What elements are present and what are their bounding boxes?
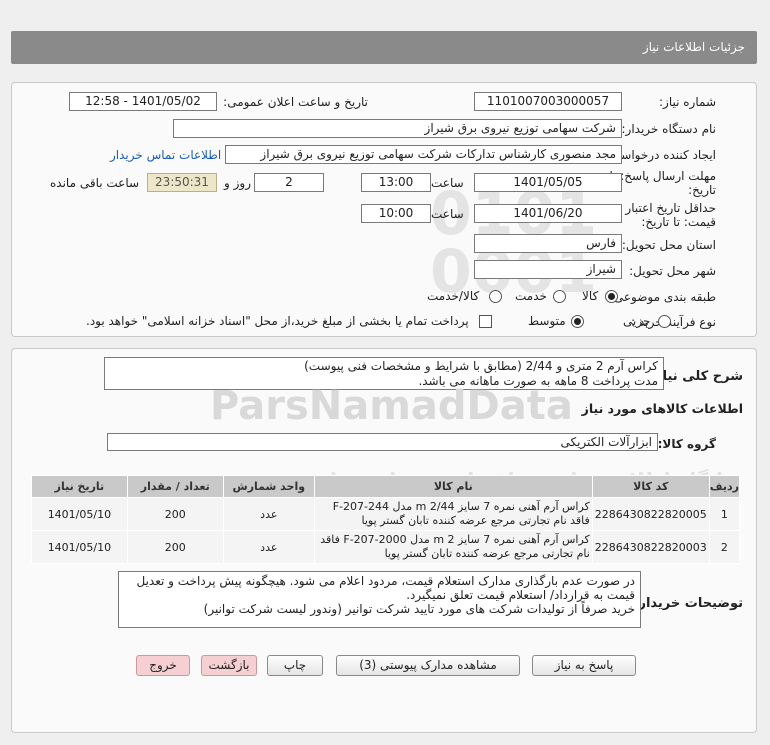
goods-group-label: گروه کالا: [657,437,716,451]
creator-field[interactable]: مجد منصوری کارشناس تدارکات شرکت سهامی تو… [225,145,622,164]
city-label: شهر محل تحویل: [629,264,716,278]
attachments-button[interactable]: مشاهده مدارک پیوستی (3) [336,655,520,676]
treasury-checkbox[interactable] [479,315,492,328]
deadline-time-label: ساعت [431,176,464,190]
process-radio-minor[interactable] [658,315,671,328]
process-option-minor: جزیی [623,314,651,328]
col-index: ردیف [708,475,741,498]
contact-buyer-link[interactable]: اطلاعات تماس خریدار [110,148,221,162]
creator-label: ایجاد کننده درخواست: [605,148,716,162]
row-unit: عدد [222,530,315,564]
row-unit: عدد [222,497,315,531]
payment-note: پرداخت تمام یا بخشی از مبلغ خرید،از محل … [86,314,469,328]
announce-label: تاریخ و ساعت اعلان عمومی: [223,95,368,109]
row-name: کراس آرم آهنی نمره 7 سایز 2 m مدل F-207-… [313,530,593,564]
buyer-field[interactable]: شرکت سهامی توزیع نیروی برق شیراز [173,119,622,138]
category-label: طبقه بندی موضوعی: [609,290,716,304]
goods-table-header: ردیف کد کالا نام کالا واحد شمارش تعداد /… [31,475,741,498]
city-field[interactable]: شیراز [474,260,622,279]
row-code: 2286430822820003 [591,530,710,564]
table-row[interactable]: 2 2286430822820003 کراس آرم آهنی نمره 7 … [31,530,741,564]
validity-label: حداقل تاریخ اعتبار [625,201,716,215]
reply-button[interactable]: پاسخ به نیاز [532,655,636,676]
row-name: کراس آرم آهنی نمره 7 سایز 2/44 m مدل F-2… [313,497,593,531]
col-name: نام کالا [313,475,593,498]
buyer-notes-line-1: در صورت عدم بارگذاری مدارک استعلام قیمت،… [136,574,636,588]
validity-date-field[interactable]: 1401/06/20 [474,204,622,223]
buyer-notes-textarea[interactable]: در صورت عدم بارگذاری مدارک استعلام قیمت،… [118,571,641,628]
print-button[interactable]: چاپ [267,655,323,676]
category-option-goods: کالا [582,289,599,303]
row-date: 1401/05/10 [31,530,128,564]
remaining-time-field: 23:50:31 [147,173,217,192]
province-field[interactable]: فارس [474,234,622,253]
back-button[interactable]: بازگشت [201,655,257,676]
col-unit: واحد شمارش [222,475,315,498]
buyer-label: نام دستگاه خریدار: [621,122,717,136]
col-qty: تعداد / مقدار [126,475,224,498]
row-date: 1401/05/10 [31,497,128,531]
goods-table: ردیف کد کالا نام کالا واحد شمارش تعداد /… [31,475,741,564]
col-code: کد کالا [591,475,710,498]
row-index: 1 [708,497,741,531]
remaining-label: ساعت باقی مانده [50,176,140,190]
deadline-date-field[interactable]: 1401/05/05 [474,173,622,192]
col-date: تاریخ نیاز [31,475,128,498]
summary-line-2: مدت پرداخت 8 ماهه به صورت ماهانه می باشد… [418,374,658,388]
days-label: روز و [224,176,251,190]
goods-section-title: اطلاعات کالاهای مورد نیاز [581,401,743,416]
exit-button[interactable]: خروج [136,655,190,676]
row-index: 2 [708,530,741,564]
row-code: 2286430822820005 [591,497,710,531]
buyer-notes-line-2: قیمت به قرارداد/ استعلام قیمت تعلق نمیگی… [406,588,635,602]
buyer-notes-label: توضیحات خریدار: [633,596,743,611]
row-qty: 200 [126,497,224,531]
goods-group-field[interactable]: ابزارآلات الکتریکی [107,433,658,451]
announce-field[interactable]: 1401/05/02 - 12:58 [69,92,217,111]
validity-time-label: ساعت [431,207,464,221]
category-option-service: خدمت [515,289,547,303]
process-option-medium: متوسط [528,314,566,328]
days-field[interactable]: 2 [254,173,324,192]
need-number-label: شماره نیاز: [659,95,716,109]
page-header: جزئیات اطلاعات نیاز [11,31,757,64]
summary-line-1: کراس آرم 2 متری و 2/44 (مطابق با شرایط و… [304,359,658,373]
table-row[interactable]: 1 2286430822820005 کراس آرم آهنی نمره 7 … [31,497,741,531]
validity-label-date: قیمت: تا تاریخ: [641,215,716,229]
process-radio-medium[interactable] [571,315,584,328]
row-qty: 200 [126,530,224,564]
deadline-label-date: تاریخ: [688,183,716,197]
summary-textarea[interactable]: کراس آرم 2 متری و 2/44 (مطابق با شرایط و… [104,357,664,390]
validity-time-field[interactable]: 10:00 [361,204,431,223]
deadline-label: مهلت ارسال پاسخ: تا [609,169,716,183]
category-radio-service[interactable] [553,290,566,303]
category-radio-both[interactable] [489,290,502,303]
category-option-both: کالا/خدمت [427,289,480,303]
province-label: استان محل تحویل: [621,238,716,252]
category-radio-goods[interactable] [605,290,618,303]
deadline-time-field[interactable]: 13:00 [361,173,431,192]
buyer-notes-line-3: خرید صرفاً از تولیدات شرکت های مورد تایی… [203,602,635,616]
need-number-field[interactable]: 1101007003000057 [474,92,622,111]
